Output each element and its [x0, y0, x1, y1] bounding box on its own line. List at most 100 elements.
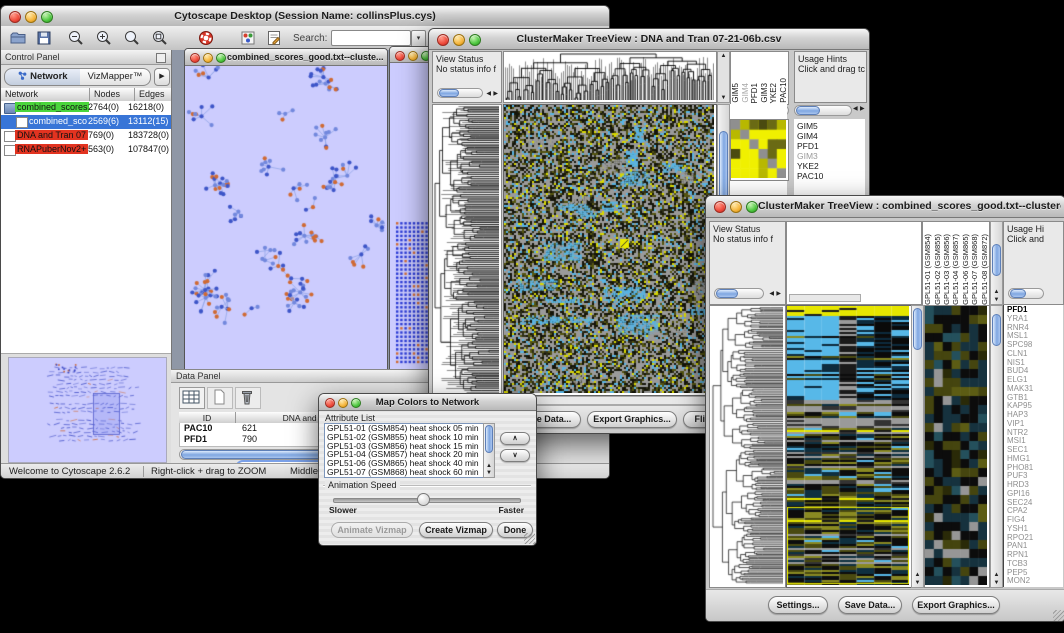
resize-grip[interactable] [1053, 610, 1064, 621]
create-vizmap-button[interactable]: Create Vizmap [419, 522, 493, 538]
tv2-zoom-vscrollbar[interactable]: ▲ ▼ [990, 305, 1003, 588]
column-label[interactable]: GPL51-08 (GSM872) [980, 234, 989, 305]
column-label[interactable]: PAC10 [779, 78, 788, 103]
gene-label[interactable]: MON2 [1004, 577, 1063, 586]
column-label[interactable]: PFD1 [750, 83, 759, 103]
column-label[interactable]: GPL51-06 (GSM865) [961, 234, 970, 305]
tv1-titlebar[interactable]: ClusterMaker TreeView : DNA and Tran 07-… [429, 29, 869, 50]
scroll-up-icon[interactable]: ▲ [912, 572, 923, 578]
usage-hints-scrollbar[interactable] [1008, 288, 1044, 299]
minimize-icon[interactable] [730, 201, 742, 213]
tab-network[interactable]: Network [4, 68, 82, 86]
column-header-network[interactable]: Network [1, 88, 90, 101]
view-status-scrollbar[interactable] [437, 88, 483, 98]
zoom-out-icon[interactable] [67, 29, 85, 52]
column-header-edges[interactable]: Edges [135, 88, 171, 101]
scroll-right-icon[interactable]: ▶ [860, 106, 865, 113]
scroll-left-icon[interactable]: ◀ [486, 91, 491, 98]
tv2-global-heatmap[interactable] [786, 305, 912, 588]
tv2-global-vscrollbar[interactable]: ▲ ▼ [911, 305, 924, 588]
new-attribute-icon[interactable] [207, 387, 233, 409]
view-status-scrollbar[interactable] [714, 288, 764, 299]
column-label[interactable]: GIM4 [741, 83, 750, 103]
column-label[interactable]: GPL51-02 (GSM855) [933, 234, 942, 305]
tv2-titlebar[interactable]: ClusterMaker TreeView : combined_scores_… [706, 196, 1064, 218]
tv1-mini-vscroll[interactable]: ▲ ▼ [717, 51, 730, 103]
tv1-column-dendrogram[interactable] [503, 51, 717, 103]
zoom-window-icon[interactable] [216, 53, 226, 63]
tv2-column-labels[interactable]: GPL51-01 (GSM854)GPL51-02 (GSM855)GPL51-… [922, 221, 990, 307]
animate-vizmap-button[interactable]: Animate Vizmap [331, 522, 413, 538]
tv1-export-graphics-button[interactable]: Export Graphics... [587, 411, 677, 428]
tv2-zoom-heatmap[interactable] [924, 305, 990, 588]
gene-label[interactable]: PFD1 [794, 141, 865, 151]
zoom-window-icon[interactable] [746, 201, 758, 213]
attribute-list-vscrollbar[interactable]: ▲ ▼ [483, 423, 495, 478]
gene-label[interactable]: YKE2 [794, 161, 865, 171]
table-mode-icon[interactable] [179, 387, 205, 409]
attribute-list[interactable]: GPL51-01 (GSM854) heat shock 05 minGPL51… [324, 423, 484, 478]
scroll-right-icon[interactable]: ▶ [776, 291, 781, 298]
delete-attribute-trash-icon[interactable] [235, 387, 261, 409]
scroll-up-icon[interactable]: ▲ [718, 53, 729, 59]
scroll-up-icon[interactable]: ▲ [484, 463, 494, 469]
network-row[interactable]: DNA and Tran 07769(0)183728(0) [1, 129, 171, 143]
open-folder-icon[interactable] [9, 29, 27, 52]
scroll-down-icon[interactable]: ▼ [912, 580, 923, 586]
minimize-icon[interactable] [203, 53, 213, 63]
save-icon[interactable] [35, 29, 53, 52]
tv2-settings-button[interactable]: Settings... [768, 596, 828, 614]
scroll-up-icon[interactable]: ▲ [991, 289, 1002, 295]
gene-label[interactable]: PAC10 [794, 171, 865, 181]
column-label[interactable]: GPL51-07 (GSM868) [970, 234, 979, 305]
tv2-labels-vscrollbar[interactable]: ▲ ▼ [990, 221, 1003, 305]
scroll-right-icon[interactable]: ▶ [493, 91, 498, 98]
float-panel-icon[interactable] [156, 53, 166, 63]
dialog-titlebar[interactable]: Map Colors to Network [319, 394, 536, 411]
zoom-in-icon[interactable] [95, 29, 113, 52]
tv2-export-graphics-button[interactable]: Export Graphics... [912, 596, 1000, 614]
column-label[interactable]: GPL51-03 (GSM856) [942, 234, 951, 305]
tv2-gene-list[interactable]: PFD1YRA1RNR4MSL1SPC98CLN1NIS1BUD4ELG1MAK… [1003, 305, 1063, 587]
column-label[interactable]: YKE2 [769, 83, 778, 103]
column-header-nodes[interactable]: Nodes [90, 88, 135, 101]
gene-label[interactable]: GIM3 [794, 151, 865, 161]
scroll-down-icon[interactable]: ▼ [991, 580, 1002, 586]
scroll-down-icon[interactable]: ▼ [484, 470, 494, 476]
close-icon[interactable] [714, 201, 726, 213]
tab-vizmapper[interactable]: VizMapper™ [80, 68, 151, 86]
tv1-heatmap[interactable] [503, 104, 717, 396]
minimize-icon[interactable] [408, 51, 418, 61]
tv1-zoom-heatmap[interactable] [730, 119, 789, 181]
main-titlebar[interactable]: Cytoscape Desktop (Session Name: collins… [1, 6, 609, 27]
column-label[interactable]: GPL51-01 (GSM854) [923, 234, 932, 305]
network-overview-canvas[interactable] [8, 357, 167, 463]
column-label[interactable]: GPL51-04 (GSM857) [951, 234, 960, 305]
scroll-up-icon[interactable]: ▲ [991, 572, 1002, 578]
network-row[interactable]: combined_scores2764(0)16218(0) [1, 101, 171, 115]
move-down-button[interactable]: ∨ [500, 449, 530, 462]
network-row[interactable]: RNAPuberNov2+563(0)107847(0) [1, 143, 171, 157]
tab-more-button[interactable]: ▶ [154, 68, 170, 86]
resize-grip[interactable] [524, 533, 535, 544]
animation-speed-slider-thumb[interactable] [417, 493, 430, 506]
close-icon[interactable] [395, 51, 405, 61]
close-icon[interactable] [190, 53, 200, 63]
scroll-down-icon[interactable]: ▼ [991, 297, 1002, 303]
zoom-selected-icon[interactable] [151, 29, 169, 52]
tv2-row-dendrogram[interactable] [709, 305, 786, 588]
zoom-fit-icon[interactable] [123, 29, 141, 52]
move-up-button[interactable]: ∧ [500, 432, 530, 445]
network-row[interactable]: combined_sco2569(6)13112(15) [1, 115, 171, 129]
scroll-left-icon[interactable]: ◀ [853, 106, 858, 113]
column-label[interactable]: GIM3 [760, 83, 769, 103]
attribute-list-item[interactable]: GPL51-07 (GSM868) heat shock 60 min [325, 468, 483, 477]
gene-label[interactable]: GIM5 [794, 121, 865, 131]
tv1-usage-hscrollbar[interactable] [794, 105, 852, 116]
tv1-column-labels[interactable]: GIM5GIM4PFD1GIM3YKE2PAC10 [730, 51, 789, 105]
scroll-down-icon[interactable]: ▼ [718, 95, 729, 101]
tv2-save-data-button[interactable]: Save Data... [838, 596, 902, 614]
tv1-row-dendrogram[interactable] [432, 104, 502, 396]
scroll-left-icon[interactable]: ◀ [769, 291, 774, 298]
search-input[interactable] [331, 30, 411, 46]
